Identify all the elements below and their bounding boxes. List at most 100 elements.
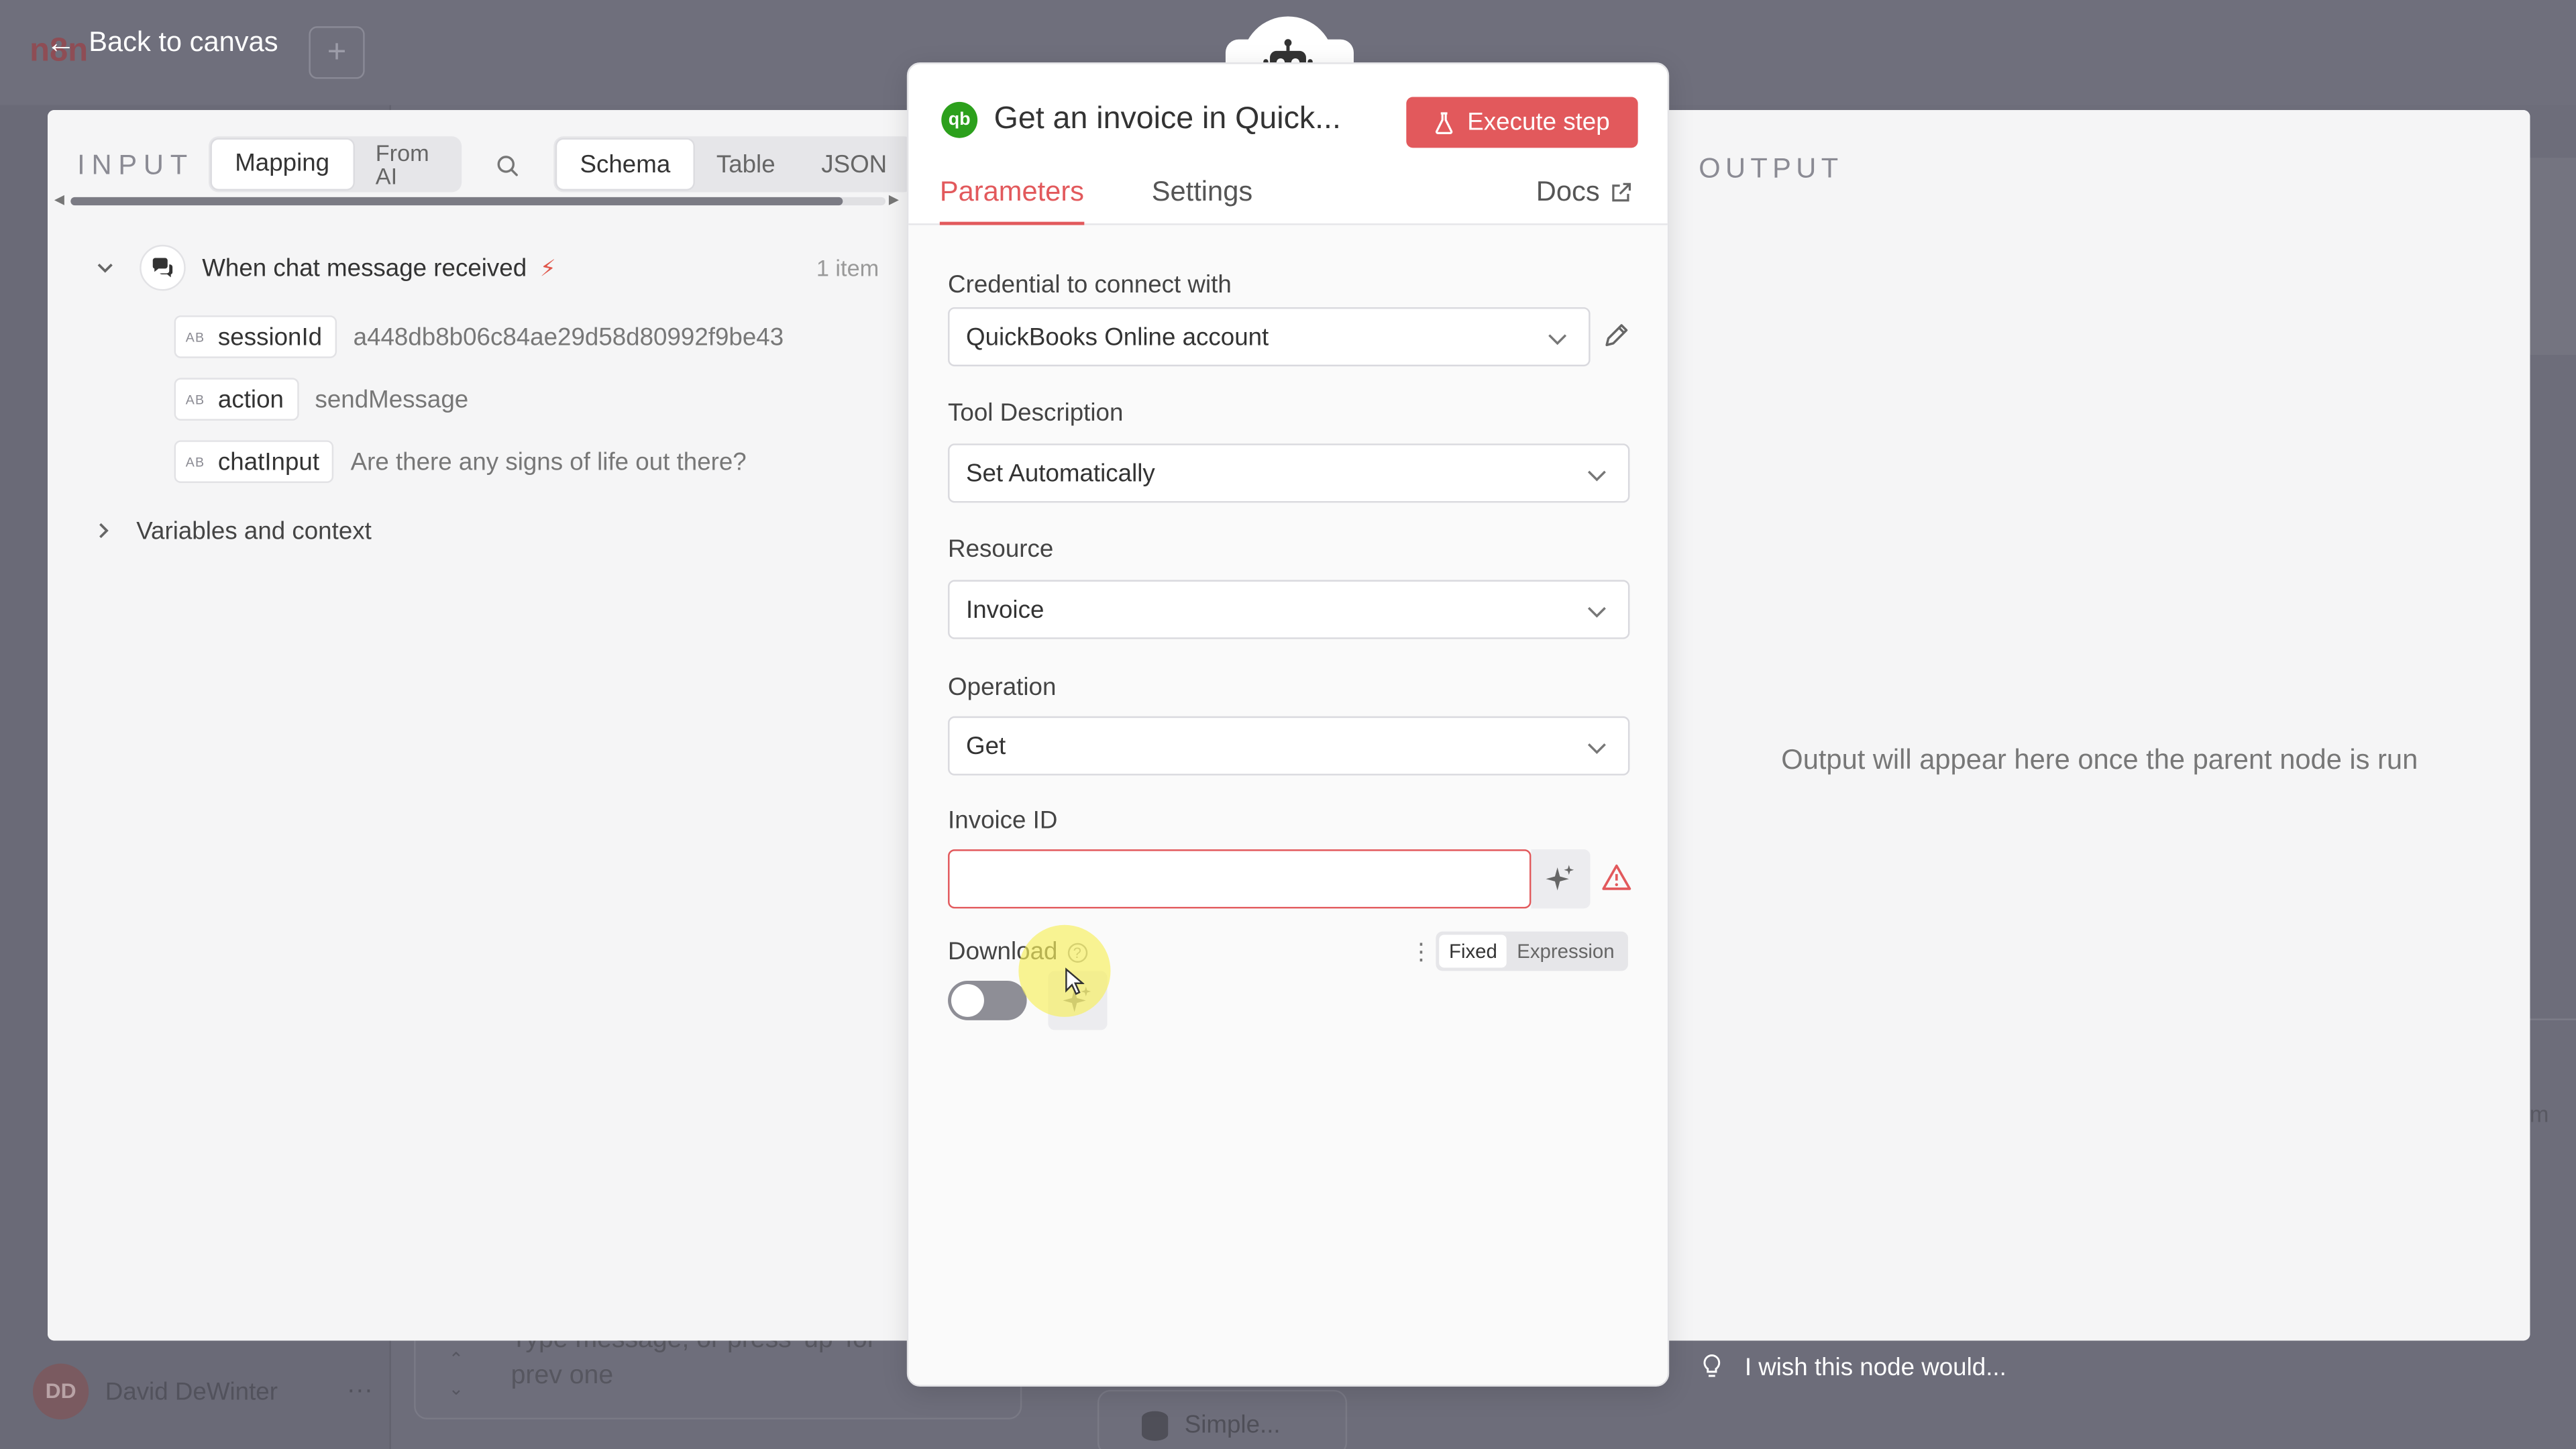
feedback-label: I wish this node would... [1744,1352,2006,1381]
field-key: sessionId [217,323,323,351]
chevron-down-icon [1587,606,1606,618]
external-link-icon [1611,182,1631,201]
background-user: DD David DeWinter ··· [32,1363,373,1419]
back-to-canvas-label: Back to canvas [89,26,278,58]
flask-icon [1436,111,1453,133]
docs-link[interactable]: Docs [1536,176,1631,209]
tab-schema[interactable]: Schema [557,140,694,189]
schema-field-chatinput[interactable]: AB chatInput Are there any signs of life… [174,439,747,485]
more-options-icon[interactable]: ⋮ [1409,938,1432,966]
output-empty-message: Output will appear here once the parent … [1781,744,2418,775]
chevron-down-icon [1587,470,1606,482]
node-title[interactable]: Get an invoice in Quick... [994,102,1341,138]
node-feedback-link[interactable]: I wish this node would... [1702,1347,2006,1387]
field-pill[interactable]: AB action [174,378,299,421]
chevron-right-icon[interactable] [94,521,113,540]
schema-field-action[interactable]: AB action sendMessage [174,376,469,423]
expression-option[interactable]: Expression [1507,934,1625,967]
docs-label: Docs [1536,176,1600,207]
tab-settings[interactable]: Settings [1152,176,1252,225]
fixed-option[interactable]: Fixed [1439,934,1507,968]
input-title: INPUT [77,149,194,181]
horizontal-scrollbar[interactable]: ◀ ▶ [54,193,902,209]
lightbulb-icon [1703,1354,1721,1377]
scroll-right-icon[interactable]: ▶ [889,193,899,209]
string-type-icon: AB [185,329,205,345]
execute-step-label: Execute step [1467,108,1610,137]
tab-parameters[interactable]: Parameters [939,176,1085,225]
resource-label: Resource [948,535,1054,564]
input-pane: INPUT Mapping From AI Schema Table JSON … [48,110,914,1341]
fixed-expression-toggle: Fixed Expression [1436,931,1628,971]
arrow-left-icon: ← [46,26,76,60]
trigger-node-row[interactable]: When chat message received ⚡ 1 item [94,244,879,291]
tab-from-ai[interactable]: From AI [352,140,458,189]
scroll-left-icon[interactable]: ◀ [54,193,64,209]
field-key: action [217,385,284,413]
from-ai-button[interactable] [1531,849,1591,909]
invoice-id-input[interactable] [948,849,1532,909]
string-type-icon: AB [185,392,205,407]
scrollbar-thumb[interactable] [70,197,843,206]
background-node-label: Simple... [1184,1411,1281,1440]
edit-credential-icon[interactable] [1602,321,1631,350]
mouse-pointer-icon [1065,967,1085,996]
download-toggle[interactable] [948,981,1027,1020]
node-settings-panel: qb Get an invoice in Quick... Execute st… [906,62,1670,1387]
string-type-icon: AB [185,454,205,470]
operation-select[interactable]: Get [948,716,1630,775]
toggle-knob [951,983,984,1017]
execute-step-button[interactable]: Execute step [1406,97,1638,148]
item-count: 1 item [816,254,879,281]
field-value: sendMessage [315,385,469,413]
tab-table[interactable]: Table [694,140,798,189]
lightning-icon: ⚡ [539,254,556,280]
stage: n8n + DD David DeWinter ··· ⌃⌄ Type mess… [0,0,2576,1449]
invoice-id-label: Invoice ID [948,806,1058,835]
tab-json[interactable]: JSON [798,140,910,189]
variables-and-context-label: Variables and context [136,517,372,545]
field-value: Are there any signs of life out there? [350,447,747,476]
node-header: qb Get an invoice in Quick... [941,97,1341,143]
field-pill[interactable]: AB sessionId [174,315,337,358]
parameters-body: Credential to connect with QuickBooks On… [908,225,1668,1385]
output-title: OUTPUT [1699,152,1843,184]
operation-value: Get [966,732,1006,760]
chevron-down-icon[interactable] [94,256,117,279]
resource-select[interactable]: Invoice [948,580,1630,639]
search-icon[interactable] [494,153,521,179]
schema-field-sessionid[interactable]: AB sessionId a448db8b06c84ae29d58d80992f… [174,314,784,360]
credential-select[interactable]: QuickBooks Online account [948,307,1591,367]
field-value: a448db8b06c84ae29d58d80992f9be43 [353,323,784,351]
tool-description-select[interactable]: Set Automatically [948,443,1630,503]
variables-and-context-row[interactable]: Variables and context [94,511,372,551]
avatar: DD [32,1363,89,1419]
credential-value: QuickBooks Online account [966,323,1269,351]
sparkles-icon [1546,865,1574,891]
output-pane: OUTPUT Output will appear here once the … [1669,110,2530,1341]
field-key: chatInput [217,447,320,476]
quickbooks-icon: qb [941,101,978,138]
chat-history-arrows-icon: ⌃ ⌄ [448,1350,464,1400]
input-mode-tabs: Mapping From AI [209,136,462,193]
credential-label: Credential to connect with [948,271,1232,299]
chevron-down-icon [1587,743,1606,755]
warning-icon [1602,864,1631,890]
operation-label: Operation [948,674,1057,702]
database-icon [1142,1411,1169,1441]
input-view-tabs: Schema Table JSON [553,136,914,193]
node-tabs: Parameters Settings Docs [908,166,1668,225]
chevron-down-icon [1548,334,1567,345]
tool-description-label: Tool Description [948,399,1124,427]
tool-description-value: Set Automatically [966,459,1155,488]
background-add-button: + [309,26,365,79]
background-node: Simple... [1097,1389,1348,1449]
user-name: David DeWinter [105,1377,278,1406]
tab-mapping[interactable]: Mapping [211,140,353,189]
back-to-canvas-button[interactable]: ← Back to canvas [46,19,278,66]
chat-bubbles-icon [140,244,186,291]
field-pill[interactable]: AB chatInput [174,440,335,484]
trigger-node-name: When chat message received [202,254,527,282]
user-more-icon: ··· [346,1377,373,1405]
resource-value: Invoice [966,595,1044,624]
